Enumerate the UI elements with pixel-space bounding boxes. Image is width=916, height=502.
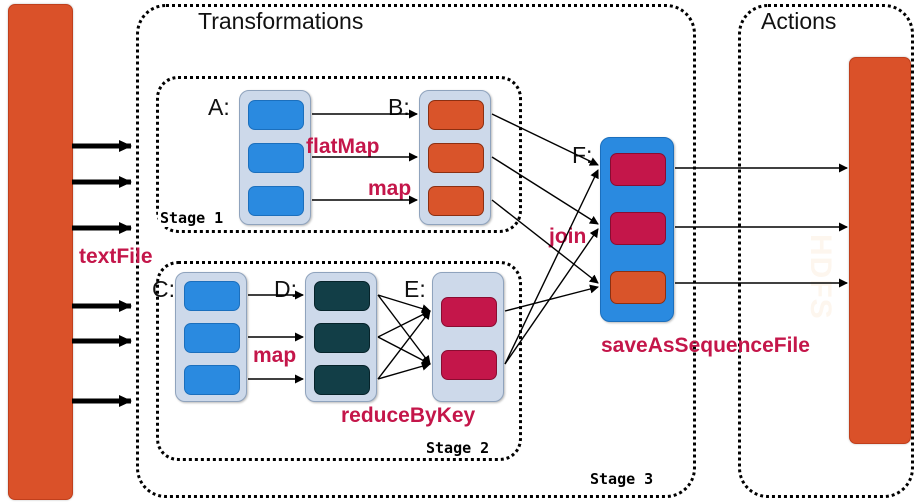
rdd-b-label: B: — [388, 94, 410, 120]
rdd-d-partition-1 — [314, 281, 370, 311]
rdd-a-partition-3 — [248, 186, 304, 216]
rdd-d-partition-2 — [314, 323, 370, 353]
rdd-f-label: F: — [572, 142, 593, 168]
op-flatmap-label: flatMap — [306, 135, 380, 158]
rdd-e-container — [432, 272, 504, 402]
op-map-bottom-label: map — [253, 344, 297, 367]
rdd-e-partition-1 — [441, 297, 497, 327]
rdd-b-container — [419, 90, 491, 225]
op-join-label: join — [549, 225, 587, 248]
rdd-c-label: C: — [152, 276, 175, 302]
rdd-f-partition-1 — [610, 153, 666, 186]
stage-2-label: Stage 2 — [424, 439, 492, 457]
rdd-d-label: D: — [274, 276, 297, 302]
op-textfile-label: textFile — [79, 245, 153, 268]
rdd-e-label: E: — [404, 276, 426, 302]
rdd-d-partition-3 — [314, 365, 370, 395]
rdd-b-partition-3 — [428, 186, 484, 216]
actions-title: Actions — [761, 8, 837, 34]
rdd-d-container — [305, 272, 377, 402]
rdd-f-partition-2 — [610, 212, 666, 245]
rdd-a-container — [239, 90, 311, 225]
rdd-b-partition-1 — [428, 100, 484, 130]
rdd-f-partition-3 — [610, 271, 666, 304]
hdfs-to-stage1-arrows — [72, 140, 132, 234]
rdd-c-partition-1 — [184, 281, 240, 311]
rdd-a-partition-2 — [248, 143, 304, 173]
hdfs-to-stage2-arrows — [72, 300, 132, 407]
diagram-canvas: Transformations Actions Stage 1 Stage 2 … — [0, 0, 916, 502]
hdfs-sink-label: HDFS — [804, 233, 838, 320]
hdfs-sink-bar: HDFS — [804, 57, 911, 444]
stage-1-label: Stage 1 — [158, 209, 226, 227]
rdd-f-container — [600, 137, 674, 322]
op-map-top-label: map — [368, 177, 412, 200]
stage-3-label: Stage 3 — [588, 470, 656, 488]
hdfs-source-bar: HDFS — [8, 4, 73, 500]
rdd-c-partition-3 — [184, 365, 240, 395]
rdd-c-container — [175, 272, 247, 402]
op-reducebykey-label: reduceByKey — [341, 404, 476, 427]
transformations-title: Transformations — [198, 8, 364, 34]
rdd-a-label: A: — [208, 94, 230, 120]
rdd-a-partition-1 — [248, 100, 304, 130]
rdd-e-partition-2 — [441, 350, 497, 380]
rdd-b-partition-2 — [428, 143, 484, 173]
op-saveassequencefile-label: saveAsSequenceFile — [601, 334, 810, 357]
rdd-c-partition-2 — [184, 323, 240, 353]
